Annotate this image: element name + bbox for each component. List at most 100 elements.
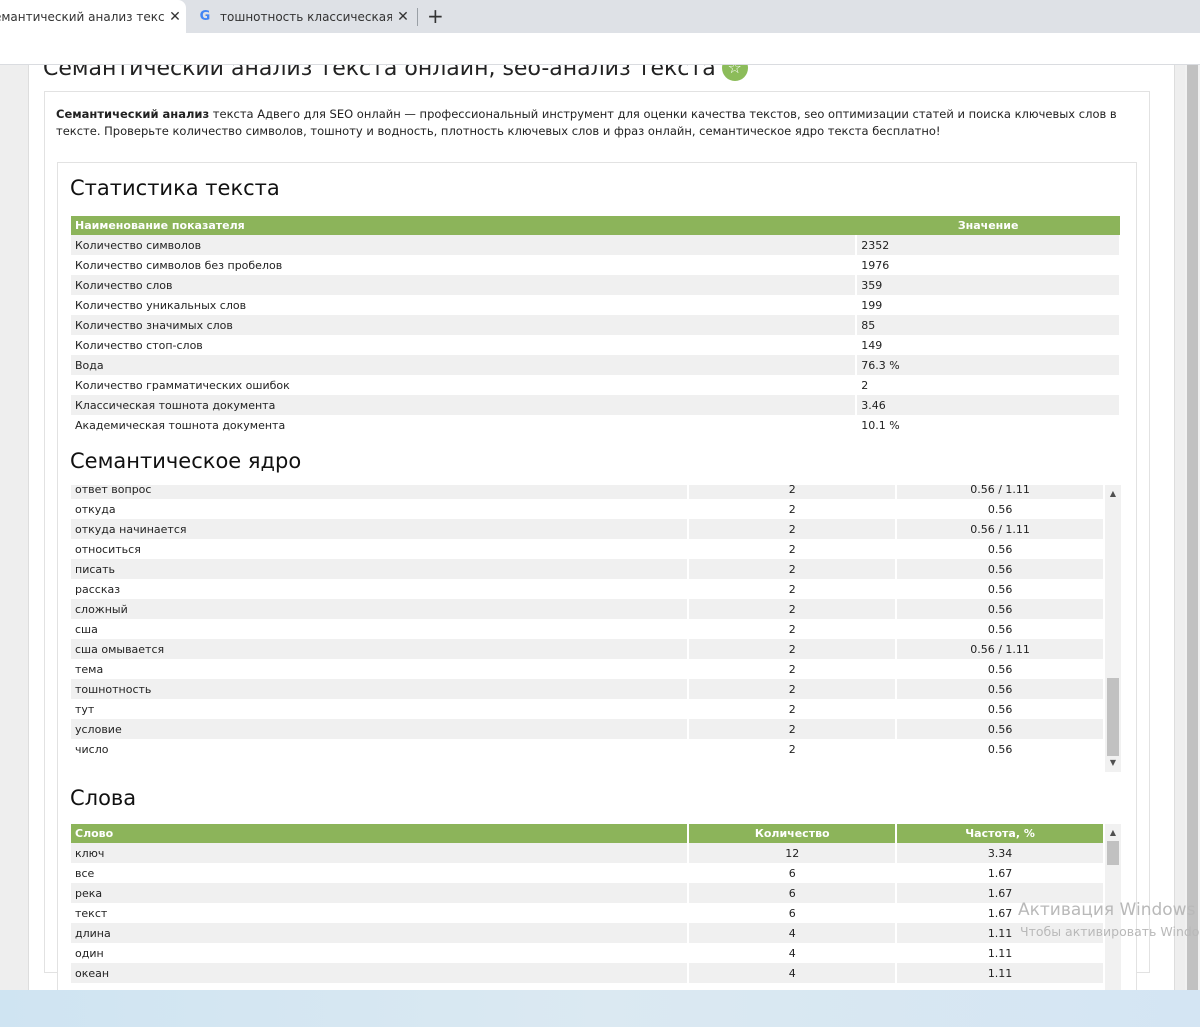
table-cell: Количество значимых слов xyxy=(71,315,858,335)
table-row: писать 2 0.56 xyxy=(71,559,1105,579)
words-table: Слово Количество Частота, % ключ 12 3.34 вс… xyxy=(71,824,1105,983)
words-header-word[interactable]: Слово xyxy=(71,824,690,843)
page-viewport: Семантический анализ текста онлайн, seo-… xyxy=(0,65,1200,990)
table-cell: 0.56 / 1.11 xyxy=(896,639,1105,659)
core-table: ответ вопрос 2 0.56 / 1.11 откуда 2 0.56 откуд… xyxy=(71,485,1105,759)
table-cell: сша xyxy=(71,619,690,639)
table-cell: тема xyxy=(71,659,690,679)
table-cell: длина xyxy=(71,923,690,943)
table-cell: 0.56 xyxy=(896,499,1105,519)
table-cell: 0.56 xyxy=(896,739,1105,759)
browser-tab-bar: емантический анализ текста о ✕ G тошнотн… xyxy=(0,0,1200,33)
table-row: тема 2 0.56 xyxy=(71,659,1105,679)
table-cell: тошнотность xyxy=(71,679,690,699)
table-row: Количество символов 2352 xyxy=(71,235,1121,255)
table-cell: 4 xyxy=(688,923,898,943)
table-cell: 2 xyxy=(688,499,898,519)
table-cell: 4 xyxy=(688,963,898,983)
table-cell: 2 xyxy=(688,639,898,659)
activation-watermark-title: Активация Windows xyxy=(1018,900,1196,920)
table-cell: 3.46 xyxy=(856,395,1121,415)
scroll-up-icon[interactable]: ▲ xyxy=(1105,489,1121,498)
stats-header-value[interactable]: Значение xyxy=(856,216,1120,235)
table-cell: 2 xyxy=(688,559,898,579)
tab-semantic-analysis[interactable]: емантический анализ текста о ✕ xyxy=(0,0,186,33)
new-tab-button[interactable]: + xyxy=(427,4,444,28)
scroll-down-icon[interactable]: ▼ xyxy=(1105,758,1121,767)
page-scroll-thumb[interactable] xyxy=(1187,65,1198,990)
table-cell: 2 xyxy=(688,485,898,499)
table-row: сложный 2 0.56 xyxy=(71,599,1105,619)
table-cell: 6 xyxy=(688,903,898,923)
table-cell: рассказ xyxy=(71,579,690,599)
table-cell: 2352 xyxy=(856,235,1121,255)
table-cell: сша омывается xyxy=(71,639,690,659)
page-scrollbar[interactable] xyxy=(1185,65,1200,990)
table-cell: 2 xyxy=(688,599,898,619)
stats-header-name[interactable]: Наименование показателя xyxy=(71,216,857,235)
table-cell: 0.56 / 1.11 xyxy=(896,519,1105,539)
table-cell: число xyxy=(71,739,690,759)
table-row: все 6 1.67 xyxy=(71,863,1105,883)
table-cell: 199 xyxy=(856,295,1121,315)
table-cell: все xyxy=(71,863,690,883)
table-cell: откуда xyxy=(71,499,690,519)
scroll-up-icon[interactable]: ▲ xyxy=(1105,828,1121,837)
table-cell: ключ xyxy=(71,843,690,863)
table-cell: 0.56 xyxy=(896,559,1105,579)
table-row: Классическая тошнота документа 3.46 xyxy=(71,395,1121,415)
close-icon[interactable]: ✕ xyxy=(164,9,186,25)
table-cell: 0.56 xyxy=(896,539,1105,559)
table-cell: 0.56 xyxy=(896,619,1105,639)
table-cell: океан xyxy=(71,963,690,983)
table-cell: 359 xyxy=(856,275,1121,295)
description: Семантический анализ текста Адвего для S… xyxy=(56,106,1136,140)
description-text: текста Адвего для SEO онлайн — профессио… xyxy=(56,107,1117,138)
table-cell: 0.56 xyxy=(896,699,1105,719)
table-cell: Количество слов xyxy=(71,275,858,295)
table-row: Количество символов без пробелов 1976 xyxy=(71,255,1121,275)
table-cell: сложный xyxy=(71,599,690,619)
table-cell: 2 xyxy=(688,539,898,559)
table-cell: писать xyxy=(71,559,690,579)
table-cell: Количество уникальных слов xyxy=(71,295,858,315)
core-title: Семантическое ядро xyxy=(70,449,302,473)
table-row: откуда 2 0.56 xyxy=(71,499,1105,519)
taskbar xyxy=(0,990,1200,1027)
table-cell: 2 xyxy=(688,519,898,539)
table-cell: 10.1 % xyxy=(856,415,1121,435)
table-cell: 2 xyxy=(688,619,898,639)
browser-toolbar xyxy=(0,33,1200,65)
core-scroll-area[interactable]: ответ вопрос 2 0.56 / 1.11 откуда 2 0.56 откуд… xyxy=(71,485,1121,772)
words-scroll-area[interactable]: Слово Количество Частота, % ключ 12 3.34 вс… xyxy=(71,824,1121,990)
table-row: Количество стоп-слов 149 xyxy=(71,335,1121,355)
table-cell: 6 xyxy=(688,863,898,883)
tab-google-search[interactable]: G тошнотность классическая - По ✕ xyxy=(188,0,414,33)
table-row: ответ вопрос 2 0.56 / 1.11 xyxy=(71,485,1105,499)
table-cell: 0.56 xyxy=(896,719,1105,739)
table-row: ключ 12 3.34 xyxy=(71,843,1105,863)
star-icon[interactable]: ☆ xyxy=(721,65,748,81)
table-row: длина 4 1.11 xyxy=(71,923,1105,943)
tab-title: тошнотность классическая - По xyxy=(220,9,392,24)
table-cell: река xyxy=(71,883,690,903)
description-bold: Семантический анализ xyxy=(56,107,210,121)
words-header-frequency[interactable]: Частота, % xyxy=(896,824,1105,843)
table-row: Количество уникальных слов 199 xyxy=(71,295,1121,315)
close-icon[interactable]: ✕ xyxy=(392,9,414,25)
table-cell: ответ вопрос xyxy=(71,485,690,499)
table-cell: откуда начинается xyxy=(71,519,690,539)
table-row: океан 4 1.11 xyxy=(71,963,1105,983)
table-row: откуда начинается 2 0.56 / 1.11 xyxy=(71,519,1105,539)
words-title: Слова xyxy=(70,786,137,810)
table-cell: 1976 xyxy=(856,255,1121,275)
scroll-thumb[interactable] xyxy=(1107,678,1119,756)
core-scrollbar[interactable]: ▲ ▼ xyxy=(1105,485,1121,772)
words-header-count[interactable]: Количество xyxy=(688,824,898,843)
scroll-thumb[interactable] xyxy=(1107,841,1119,865)
table-cell: 2 xyxy=(688,579,898,599)
table-row: тошнотность 2 0.56 xyxy=(71,679,1105,699)
table-cell: 6 xyxy=(688,883,898,903)
table-row: рассказ 2 0.56 xyxy=(71,579,1105,599)
table-row: тут 2 0.56 xyxy=(71,699,1105,719)
